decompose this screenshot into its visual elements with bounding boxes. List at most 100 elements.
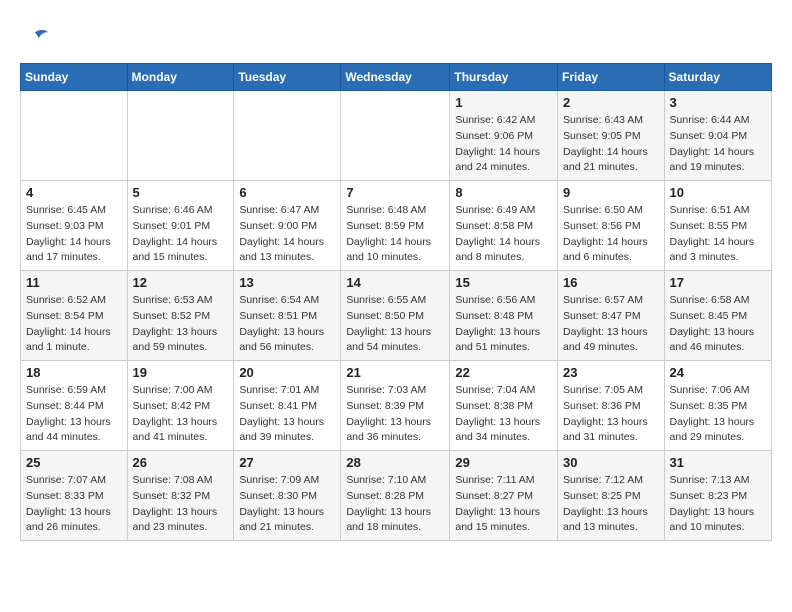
calendar-cell: 31Sunrise: 7:13 AM Sunset: 8:23 PM Dayli…: [664, 451, 771, 541]
calendar-week-row: 11 Sunrise: 6:52 AM Sunset: 8:54 PM Dayli…: [21, 271, 772, 361]
calendar-cell: 4 Sunrise: 6:45 AM Sunset: 9:03 PM Daylig…: [21, 181, 128, 271]
calendar-cell: 25Sunrise: 7:07 AM Sunset: 8:33 PM Dayli…: [21, 451, 128, 541]
calendar-cell: 24 Sunrise: 7:06 AM Sunset: 8:35 PM Dayli…: [664, 361, 771, 451]
day-info: Sunrise: 6:45 AM Sunset: 9:03 PM Dayligh…: [26, 203, 122, 266]
day-number: 17: [670, 275, 766, 290]
day-number: 8: [455, 185, 552, 200]
day-info: Sunrise: 7:05 AM Sunset: 8:36 PM Dayligh…: [563, 383, 659, 446]
calendar-cell: 2 Sunrise: 6:43 AM Sunset: 9:05 PM Daylig…: [558, 91, 665, 181]
day-number: 1: [455, 95, 552, 110]
day-number: 16: [563, 275, 659, 290]
day-number: 30: [563, 455, 659, 470]
calendar-table: SundayMondayTuesdayWednesdayThursdayFrid…: [20, 63, 772, 541]
calendar-week-row: 25Sunrise: 7:07 AM Sunset: 8:33 PM Dayli…: [21, 451, 772, 541]
day-number: 12: [133, 275, 229, 290]
day-info: Sunrise: 7:04 AM Sunset: 8:38 PM Dayligh…: [455, 383, 552, 446]
calendar-cell: 26 Sunrise: 7:08 AM Sunset: 8:32 PM Dayli…: [127, 451, 234, 541]
calendar-cell: 23Sunrise: 7:05 AM Sunset: 8:36 PM Dayli…: [558, 361, 665, 451]
calendar-cell: 11 Sunrise: 6:52 AM Sunset: 8:54 PM Dayli…: [21, 271, 128, 361]
day-info: Sunrise: 7:00 AM Sunset: 8:42 PM Dayligh…: [133, 383, 229, 446]
day-number: 24: [670, 365, 766, 380]
calendar-cell: 22 Sunrise: 7:04 AM Sunset: 8:38 PM Dayli…: [450, 361, 558, 451]
day-number: 11: [26, 275, 122, 290]
calendar-cell: 12Sunrise: 6:53 AM Sunset: 8:52 PM Dayli…: [127, 271, 234, 361]
day-number: 21: [346, 365, 444, 380]
day-info: Sunrise: 7:12 AM Sunset: 8:25 PM Dayligh…: [563, 473, 659, 536]
day-info: Sunrise: 7:09 AM Sunset: 8:30 PM Dayligh…: [239, 473, 335, 536]
calendar-cell: 9 Sunrise: 6:50 AM Sunset: 8:56 PM Daylig…: [558, 181, 665, 271]
day-number: 15: [455, 275, 552, 290]
day-number: 19: [133, 365, 229, 380]
day-number: 14: [346, 275, 444, 290]
calendar-cell: 28 Sunrise: 7:10 AM Sunset: 8:28 PM Dayli…: [341, 451, 450, 541]
day-number: 7: [346, 185, 444, 200]
logo: [20, 25, 50, 53]
day-info: Sunrise: 6:56 AM Sunset: 8:48 PM Dayligh…: [455, 293, 552, 356]
day-number: 29: [455, 455, 552, 470]
calendar-cell: 21 Sunrise: 7:03 AM Sunset: 8:39 PM Dayli…: [341, 361, 450, 451]
page-header: [20, 20, 772, 53]
day-info: Sunrise: 6:46 AM Sunset: 9:01 PM Dayligh…: [133, 203, 229, 266]
calendar-cell: 7 Sunrise: 6:48 AM Sunset: 8:59 PM Daylig…: [341, 181, 450, 271]
day-number: 31: [670, 455, 766, 470]
day-info: Sunrise: 7:07 AM Sunset: 8:33 PM Dayligh…: [26, 473, 122, 536]
day-number: 22: [455, 365, 552, 380]
day-info: Sunrise: 6:44 AM Sunset: 9:04 PM Dayligh…: [670, 113, 766, 176]
calendar-cell: [21, 91, 128, 181]
day-info: Sunrise: 6:50 AM Sunset: 8:56 PM Dayligh…: [563, 203, 659, 266]
calendar-cell: 20Sunrise: 7:01 AM Sunset: 8:41 PM Dayli…: [234, 361, 341, 451]
calendar-header-thursday: Thursday: [450, 64, 558, 91]
day-number: 18: [26, 365, 122, 380]
calendar-cell: 6 Sunrise: 6:47 AM Sunset: 9:00 PM Daylig…: [234, 181, 341, 271]
day-info: Sunrise: 7:11 AM Sunset: 8:27 PM Dayligh…: [455, 473, 552, 536]
calendar-cell: 8Sunrise: 6:49 AM Sunset: 8:58 PM Daylig…: [450, 181, 558, 271]
day-number: 2: [563, 95, 659, 110]
day-info: Sunrise: 6:59 AM Sunset: 8:44 PM Dayligh…: [26, 383, 122, 446]
day-info: Sunrise: 7:03 AM Sunset: 8:39 PM Dayligh…: [346, 383, 444, 446]
day-info: Sunrise: 6:47 AM Sunset: 9:00 PM Dayligh…: [239, 203, 335, 266]
calendar-cell: 30 Sunrise: 7:12 AM Sunset: 8:25 PM Dayli…: [558, 451, 665, 541]
day-number: 26: [133, 455, 229, 470]
day-number: 28: [346, 455, 444, 470]
day-info: Sunrise: 6:51 AM Sunset: 8:55 PM Dayligh…: [670, 203, 766, 266]
calendar-cell: 29 Sunrise: 7:11 AM Sunset: 8:27 PM Dayli…: [450, 451, 558, 541]
day-info: Sunrise: 7:10 AM Sunset: 8:28 PM Dayligh…: [346, 473, 444, 536]
calendar-header-sunday: Sunday: [21, 64, 128, 91]
calendar-cell: 10 Sunrise: 6:51 AM Sunset: 8:55 PM Dayli…: [664, 181, 771, 271]
day-info: Sunrise: 7:01 AM Sunset: 8:41 PM Dayligh…: [239, 383, 335, 446]
day-number: 6: [239, 185, 335, 200]
day-number: 9: [563, 185, 659, 200]
day-info: Sunrise: 6:58 AM Sunset: 8:45 PM Dayligh…: [670, 293, 766, 356]
calendar-cell: [341, 91, 450, 181]
day-info: Sunrise: 6:57 AM Sunset: 8:47 PM Dayligh…: [563, 293, 659, 356]
day-info: Sunrise: 7:06 AM Sunset: 8:35 PM Dayligh…: [670, 383, 766, 446]
calendar-cell: [234, 91, 341, 181]
day-number: 5: [133, 185, 229, 200]
day-number: 27: [239, 455, 335, 470]
day-number: 10: [670, 185, 766, 200]
calendar-cell: 18 Sunrise: 6:59 AM Sunset: 8:44 PM Dayli…: [21, 361, 128, 451]
logo-bird-icon: [22, 25, 50, 53]
calendar-header-friday: Friday: [558, 64, 665, 91]
day-number: 3: [670, 95, 766, 110]
calendar-cell: 19 Sunrise: 7:00 AM Sunset: 8:42 PM Dayli…: [127, 361, 234, 451]
calendar-header-monday: Monday: [127, 64, 234, 91]
calendar-cell: 14 Sunrise: 6:55 AM Sunset: 8:50 PM Dayli…: [341, 271, 450, 361]
day-number: 4: [26, 185, 122, 200]
day-info: Sunrise: 6:48 AM Sunset: 8:59 PM Dayligh…: [346, 203, 444, 266]
calendar-header-wednesday: Wednesday: [341, 64, 450, 91]
calendar-cell: 15 Sunrise: 6:56 AM Sunset: 8:48 PM Dayli…: [450, 271, 558, 361]
day-info: Sunrise: 6:43 AM Sunset: 9:05 PM Dayligh…: [563, 113, 659, 176]
day-info: Sunrise: 6:52 AM Sunset: 8:54 PM Dayligh…: [26, 293, 122, 356]
calendar-cell: [127, 91, 234, 181]
calendar-cell: 17 Sunrise: 6:58 AM Sunset: 8:45 PM Dayli…: [664, 271, 771, 361]
day-info: Sunrise: 6:55 AM Sunset: 8:50 PM Dayligh…: [346, 293, 444, 356]
calendar-header-row: SundayMondayTuesdayWednesdayThursdayFrid…: [21, 64, 772, 91]
calendar-week-row: 1Sunrise: 6:42 AM Sunset: 9:06 PM Daylig…: [21, 91, 772, 181]
calendar-cell: 1Sunrise: 6:42 AM Sunset: 9:06 PM Daylig…: [450, 91, 558, 181]
calendar-cell: 3 Sunrise: 6:44 AM Sunset: 9:04 PM Daylig…: [664, 91, 771, 181]
day-info: Sunrise: 7:08 AM Sunset: 8:32 PM Dayligh…: [133, 473, 229, 536]
calendar-cell: 16 Sunrise: 6:57 AM Sunset: 8:47 PM Dayli…: [558, 271, 665, 361]
calendar-week-row: 18 Sunrise: 6:59 AM Sunset: 8:44 PM Dayli…: [21, 361, 772, 451]
calendar-cell: 13Sunrise: 6:54 AM Sunset: 8:51 PM Dayli…: [234, 271, 341, 361]
